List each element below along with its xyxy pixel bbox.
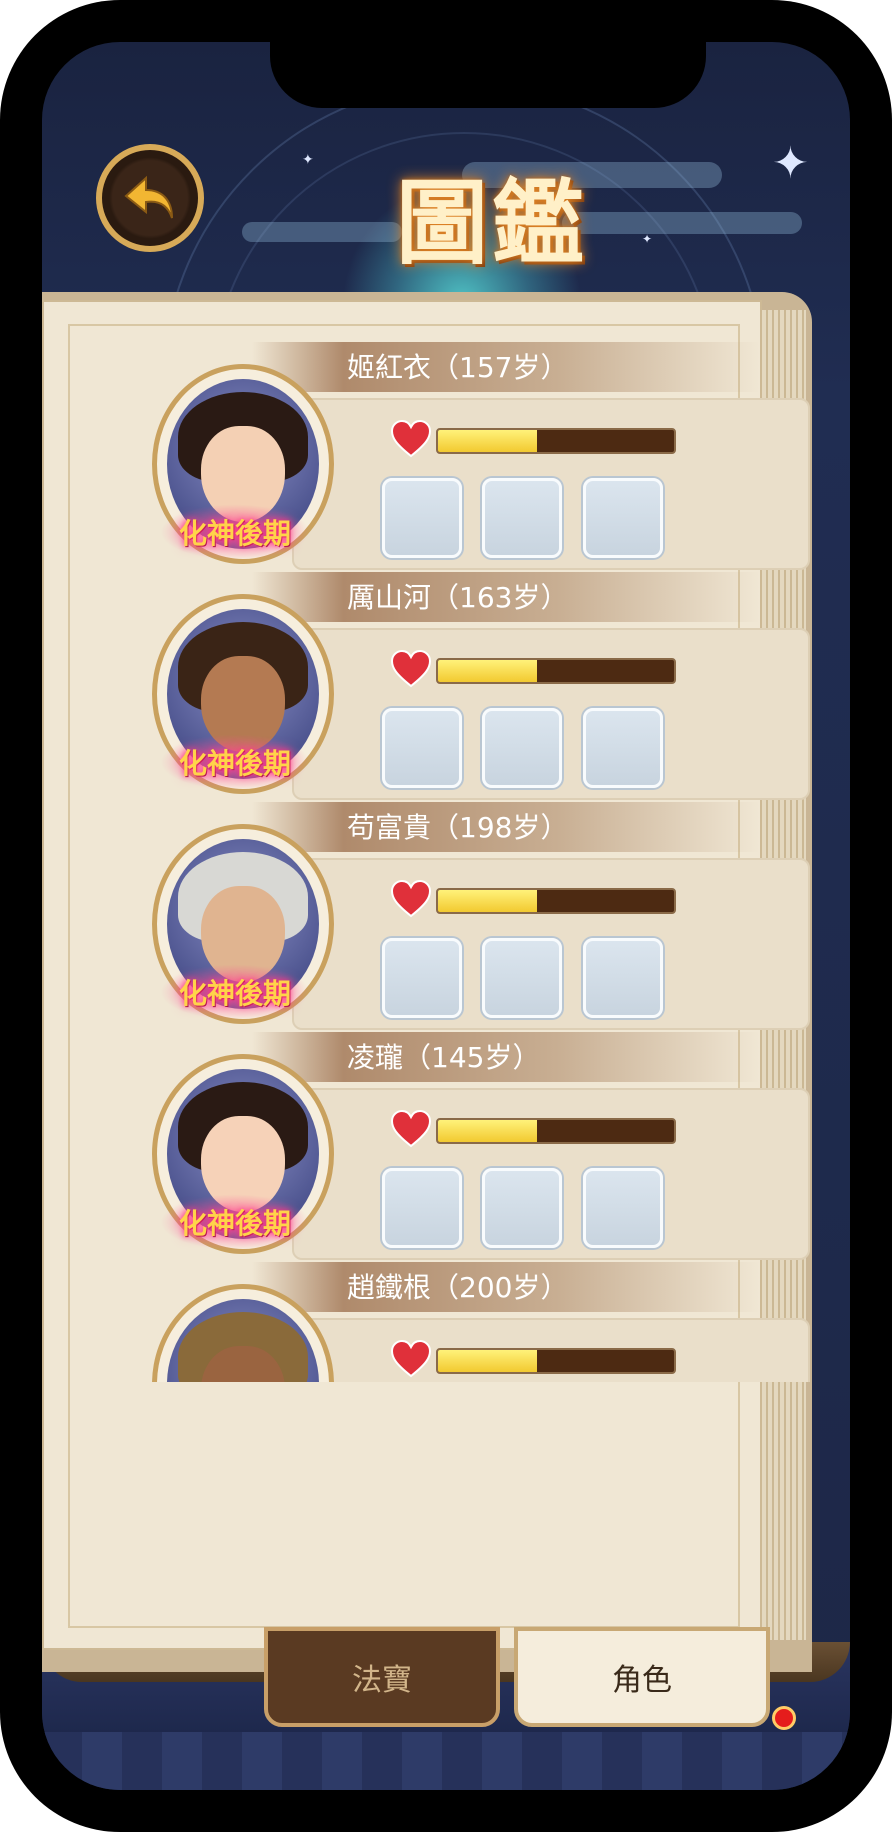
- realm-badge: 化神後期: [160, 1194, 310, 1250]
- skill-slot[interactable]: [482, 1168, 562, 1248]
- sea-waves: [42, 1732, 850, 1790]
- character-name: 凌瓏（145岁）: [347, 1041, 541, 1074]
- hp-bar-fill: [438, 890, 538, 912]
- hp-bar-fill: [438, 430, 538, 452]
- realm-badge: 化神後期: [160, 504, 310, 560]
- back-arrow-icon: [124, 175, 173, 219]
- tab-fabao-label: 法寶: [352, 1663, 412, 1698]
- hp-bar: [436, 658, 676, 684]
- hp-bar-fill: [438, 1350, 538, 1372]
- skill-slot[interactable]: [382, 478, 462, 558]
- tab-role[interactable]: 角色: [514, 1627, 770, 1727]
- character-name: 趙鐵根（200岁）: [347, 1271, 569, 1304]
- hp-bar-fill: [438, 660, 538, 682]
- skill-slot[interactable]: [482, 708, 562, 788]
- character-name: 姬紅衣（157岁）: [347, 351, 569, 384]
- skill-slot[interactable]: [482, 478, 562, 558]
- skill-slot[interactable]: [382, 938, 462, 1018]
- phone-frame: ✦ ✦ ✦ 圖鑑 姬紅衣（157岁） 化神後期 厲山河（163岁） 化神後期 苟…: [0, 0, 892, 1832]
- skill-slot[interactable]: [583, 478, 663, 558]
- skill-slot[interactable]: [583, 1168, 663, 1248]
- page-title: 圖鑑: [395, 168, 588, 277]
- character-name: 厲山河（163岁）: [347, 581, 569, 614]
- realm-badge: 化神後期: [160, 734, 310, 790]
- realm-badge: 化神後期: [160, 964, 310, 1020]
- game-screen: ✦ ✦ ✦ 圖鑑 姬紅衣（157岁） 化神後期 厲山河（163岁） 化神後期 苟…: [42, 42, 850, 1790]
- skill-slot[interactable]: [482, 938, 562, 1018]
- device-notch: [270, 42, 706, 108]
- tab-fabao[interactable]: 法寶: [264, 1627, 500, 1727]
- character-card[interactable]: 趙鐵根（200岁）: [42, 1262, 850, 1382]
- back-button[interactable]: [96, 144, 204, 252]
- device: ✦ ✦ ✦ 圖鑑 姬紅衣（157岁） 化神後期 厲山河（163岁） 化神後期 苟…: [0, 0, 892, 1832]
- hp-bar: [436, 428, 676, 454]
- heart-icon: [390, 880, 432, 918]
- tab-role-label: 角色: [612, 1663, 672, 1698]
- heart-icon: [390, 1340, 432, 1378]
- heart-icon: [390, 420, 432, 458]
- skill-slot[interactable]: [382, 1168, 462, 1248]
- character-name: 苟富貴（198岁）: [347, 811, 569, 844]
- hp-bar: [436, 1348, 676, 1374]
- notification-dot: [772, 1706, 796, 1730]
- heart-icon: [390, 650, 432, 688]
- hp-bar: [436, 888, 676, 914]
- character-card[interactable]: 凌瓏（145岁） 化神後期: [42, 1032, 850, 1262]
- hp-bar-fill: [438, 1120, 538, 1142]
- skill-slot[interactable]: [583, 938, 663, 1018]
- hp-bar: [436, 1118, 676, 1144]
- character-card[interactable]: 苟富貴（198岁） 化神後期: [42, 802, 850, 1032]
- skill-slot[interactable]: [583, 708, 663, 788]
- character-card[interactable]: 姬紅衣（157岁） 化神後期: [42, 342, 850, 572]
- heart-icon: [390, 1110, 432, 1148]
- character-card[interactable]: 厲山河（163岁） 化神後期: [42, 572, 850, 802]
- skill-slot[interactable]: [382, 708, 462, 788]
